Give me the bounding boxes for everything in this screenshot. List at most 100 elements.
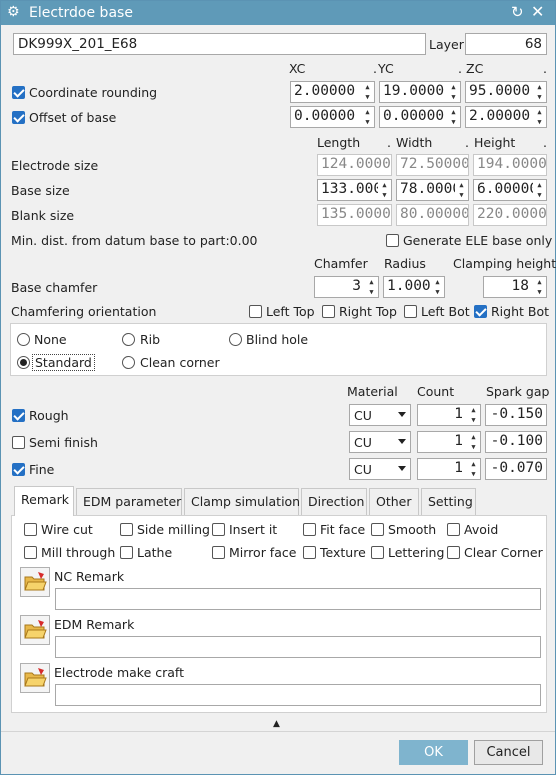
fine-label: Fine — [29, 462, 55, 477]
spin-arrows-icon[interactable]: ▲ ▼ — [365, 277, 378, 297]
left-bot-checkbox[interactable] — [404, 305, 417, 318]
side-milling-label: Side milling — [137, 522, 210, 537]
rib-radio[interactable] — [122, 333, 135, 346]
ok-button[interactable]: OK — [399, 740, 468, 765]
spin-arrows-icon[interactable]: ▲ ▼ — [533, 277, 546, 297]
clear-corner-checkbox[interactable] — [447, 546, 460, 559]
fit-face-checkbox[interactable] — [303, 523, 316, 536]
fine-count-spinner[interactable]: 1 ▲ ▼ — [417, 458, 481, 480]
rough-checkbox[interactable] — [12, 409, 25, 422]
offset-z-spinner[interactable]: 2.00000 ▲ ▼ — [465, 106, 547, 128]
right-top-checkbox[interactable] — [322, 305, 335, 318]
side-milling-checkbox[interactable] — [120, 523, 133, 536]
collapse-arrow-icon[interactable]: ▲ — [273, 719, 280, 729]
open-folder-icon — [24, 572, 47, 591]
nc-remark-input[interactable] — [55, 588, 541, 610]
title-bar: ⚙ Electrdoe base ↻ ✕ — [1, 1, 555, 25]
tab-clamp-simulation[interactable]: Clamp simulation — [184, 488, 300, 515]
left-top-checkbox[interactable] — [249, 305, 262, 318]
fine-gap-input[interactable]: -0.070 — [485, 458, 547, 480]
rib-label: Rib — [140, 332, 161, 347]
mill-through-checkbox[interactable] — [24, 546, 37, 559]
tab-direction[interactable]: Direction — [301, 488, 367, 515]
fine-checkbox[interactable] — [12, 463, 25, 476]
base-length-spinner[interactable]: 133.000 ▲ ▼ — [317, 179, 392, 201]
layer-input[interactable]: 68 — [465, 33, 547, 55]
spin-arrows-icon[interactable]: ▲ ▼ — [467, 459, 480, 479]
avoid-checkbox[interactable] — [447, 523, 460, 536]
mirror-face-checkbox[interactable] — [212, 546, 225, 559]
fine-material-select[interactable]: CU — [349, 458, 411, 480]
edm-remark-input[interactable] — [55, 636, 541, 658]
craft-folder-button[interactable] — [20, 663, 50, 693]
radius-header: Radius — [384, 256, 426, 271]
tab-setting[interactable]: Setting — [421, 488, 476, 515]
value: 19.0000 — [383, 83, 445, 99]
none-radio[interactable] — [17, 333, 30, 346]
rough-gap-input[interactable]: -0.150 — [485, 404, 547, 426]
tab-remark[interactable]: Remark — [14, 486, 74, 516]
spin-arrows-icon[interactable]: ▲ ▼ — [378, 180, 391, 200]
base-height-spinner[interactable]: 6.00000 ▲ ▼ — [473, 179, 547, 201]
cancel-button[interactable]: Cancel — [474, 740, 543, 765]
right-bot-checkbox[interactable] — [474, 305, 487, 318]
count-header: Count — [417, 384, 455, 399]
spin-arrows-icon[interactable]: ▲ ▼ — [361, 107, 374, 127]
spin-arrows-icon[interactable]: ▲ ▼ — [447, 107, 460, 127]
spin-arrows-icon[interactable]: ▲ ▼ — [467, 405, 480, 425]
coordinate-rounding-checkbox[interactable] — [12, 86, 25, 99]
wire-cut-checkbox[interactable] — [24, 523, 37, 536]
insert-it-checkbox[interactable] — [212, 523, 225, 536]
radius-spinner[interactable]: 1.000 ▲ ▼ — [383, 276, 445, 298]
generate-ele-base-checkbox[interactable] — [386, 234, 399, 247]
spin-arrows-icon[interactable]: ▲ ▼ — [361, 82, 374, 102]
reset-icon[interactable]: ↻ — [511, 3, 524, 21]
nc-remark-label: NC Remark — [54, 569, 125, 584]
tab-edm-parameter[interactable]: EDM parameter — [76, 488, 182, 515]
rounding-x-spinner[interactable]: 2.00000 ▲ ▼ — [290, 81, 375, 103]
standard-radio[interactable] — [17, 356, 30, 369]
rounding-y-spinner[interactable]: 19.0000 ▲ ▼ — [379, 81, 461, 103]
semi-finish-gap-input[interactable]: -0.100 — [485, 431, 547, 453]
value: CU — [354, 435, 372, 450]
rounding-z-spinner[interactable]: 95.0000 ▲ ▼ — [465, 81, 547, 103]
tab-other[interactable]: Other — [369, 488, 419, 515]
edm-remark-folder-button[interactable] — [20, 615, 50, 645]
open-folder-icon — [24, 620, 47, 639]
avoid-label: Avoid — [464, 522, 499, 537]
rough-material-select[interactable]: CU — [349, 404, 411, 426]
lathe-checkbox[interactable] — [120, 546, 133, 559]
value: 133.000 — [321, 181, 383, 197]
edm-remark-label: EDM Remark — [54, 617, 135, 632]
texture-checkbox[interactable] — [303, 546, 316, 559]
header-dot: . — [387, 135, 391, 150]
electrode-name-input[interactable]: DK999X_201_E68 — [13, 33, 426, 55]
rough-count-spinner[interactable]: 1 ▲ ▼ — [417, 404, 481, 426]
spin-arrows-icon[interactable]: ▲ ▼ — [447, 82, 460, 102]
close-icon[interactable]: ✕ — [531, 2, 544, 21]
offset-x-spinner[interactable]: 0.00000 ▲ ▼ — [290, 106, 375, 128]
blind-hole-radio[interactable] — [229, 333, 242, 346]
craft-input[interactable] — [55, 684, 541, 706]
semi-finish-checkbox[interactable] — [12, 436, 25, 449]
rough-label: Rough — [29, 408, 69, 423]
value: 2.00000 — [294, 83, 356, 99]
spin-arrows-icon[interactable]: ▲ ▼ — [533, 107, 546, 127]
offset-of-base-checkbox[interactable] — [12, 111, 25, 124]
spin-arrows-icon[interactable]: ▲ ▼ — [467, 432, 480, 452]
spin-arrows-icon[interactable]: ▲ ▼ — [455, 180, 468, 200]
nc-remark-folder-button[interactable] — [20, 567, 50, 597]
offset-y-spinner[interactable]: 0.00000 ▲ ▼ — [379, 106, 461, 128]
semi-finish-count-spinner[interactable]: 1 ▲ ▼ — [417, 431, 481, 453]
spin-arrows-icon[interactable]: ▲ ▼ — [431, 277, 444, 297]
base-width-spinner[interactable]: 78.0000 ▲ ▼ — [396, 179, 469, 201]
chamfer-spinner[interactable]: 3 ▲ ▼ — [314, 276, 379, 298]
spin-arrows-icon[interactable]: ▲ ▼ — [533, 180, 546, 200]
spin-arrows-icon[interactable]: ▲ ▼ — [533, 82, 546, 102]
smooth-checkbox[interactable] — [371, 523, 384, 536]
clean-corner-radio[interactable] — [122, 356, 135, 369]
lettering-checkbox[interactable] — [371, 546, 384, 559]
chevron-down-icon — [398, 466, 406, 471]
semi-finish-material-select[interactable]: CU — [349, 431, 411, 453]
clamping-height-spinner[interactable]: 18 ▲ ▼ — [483, 276, 547, 298]
